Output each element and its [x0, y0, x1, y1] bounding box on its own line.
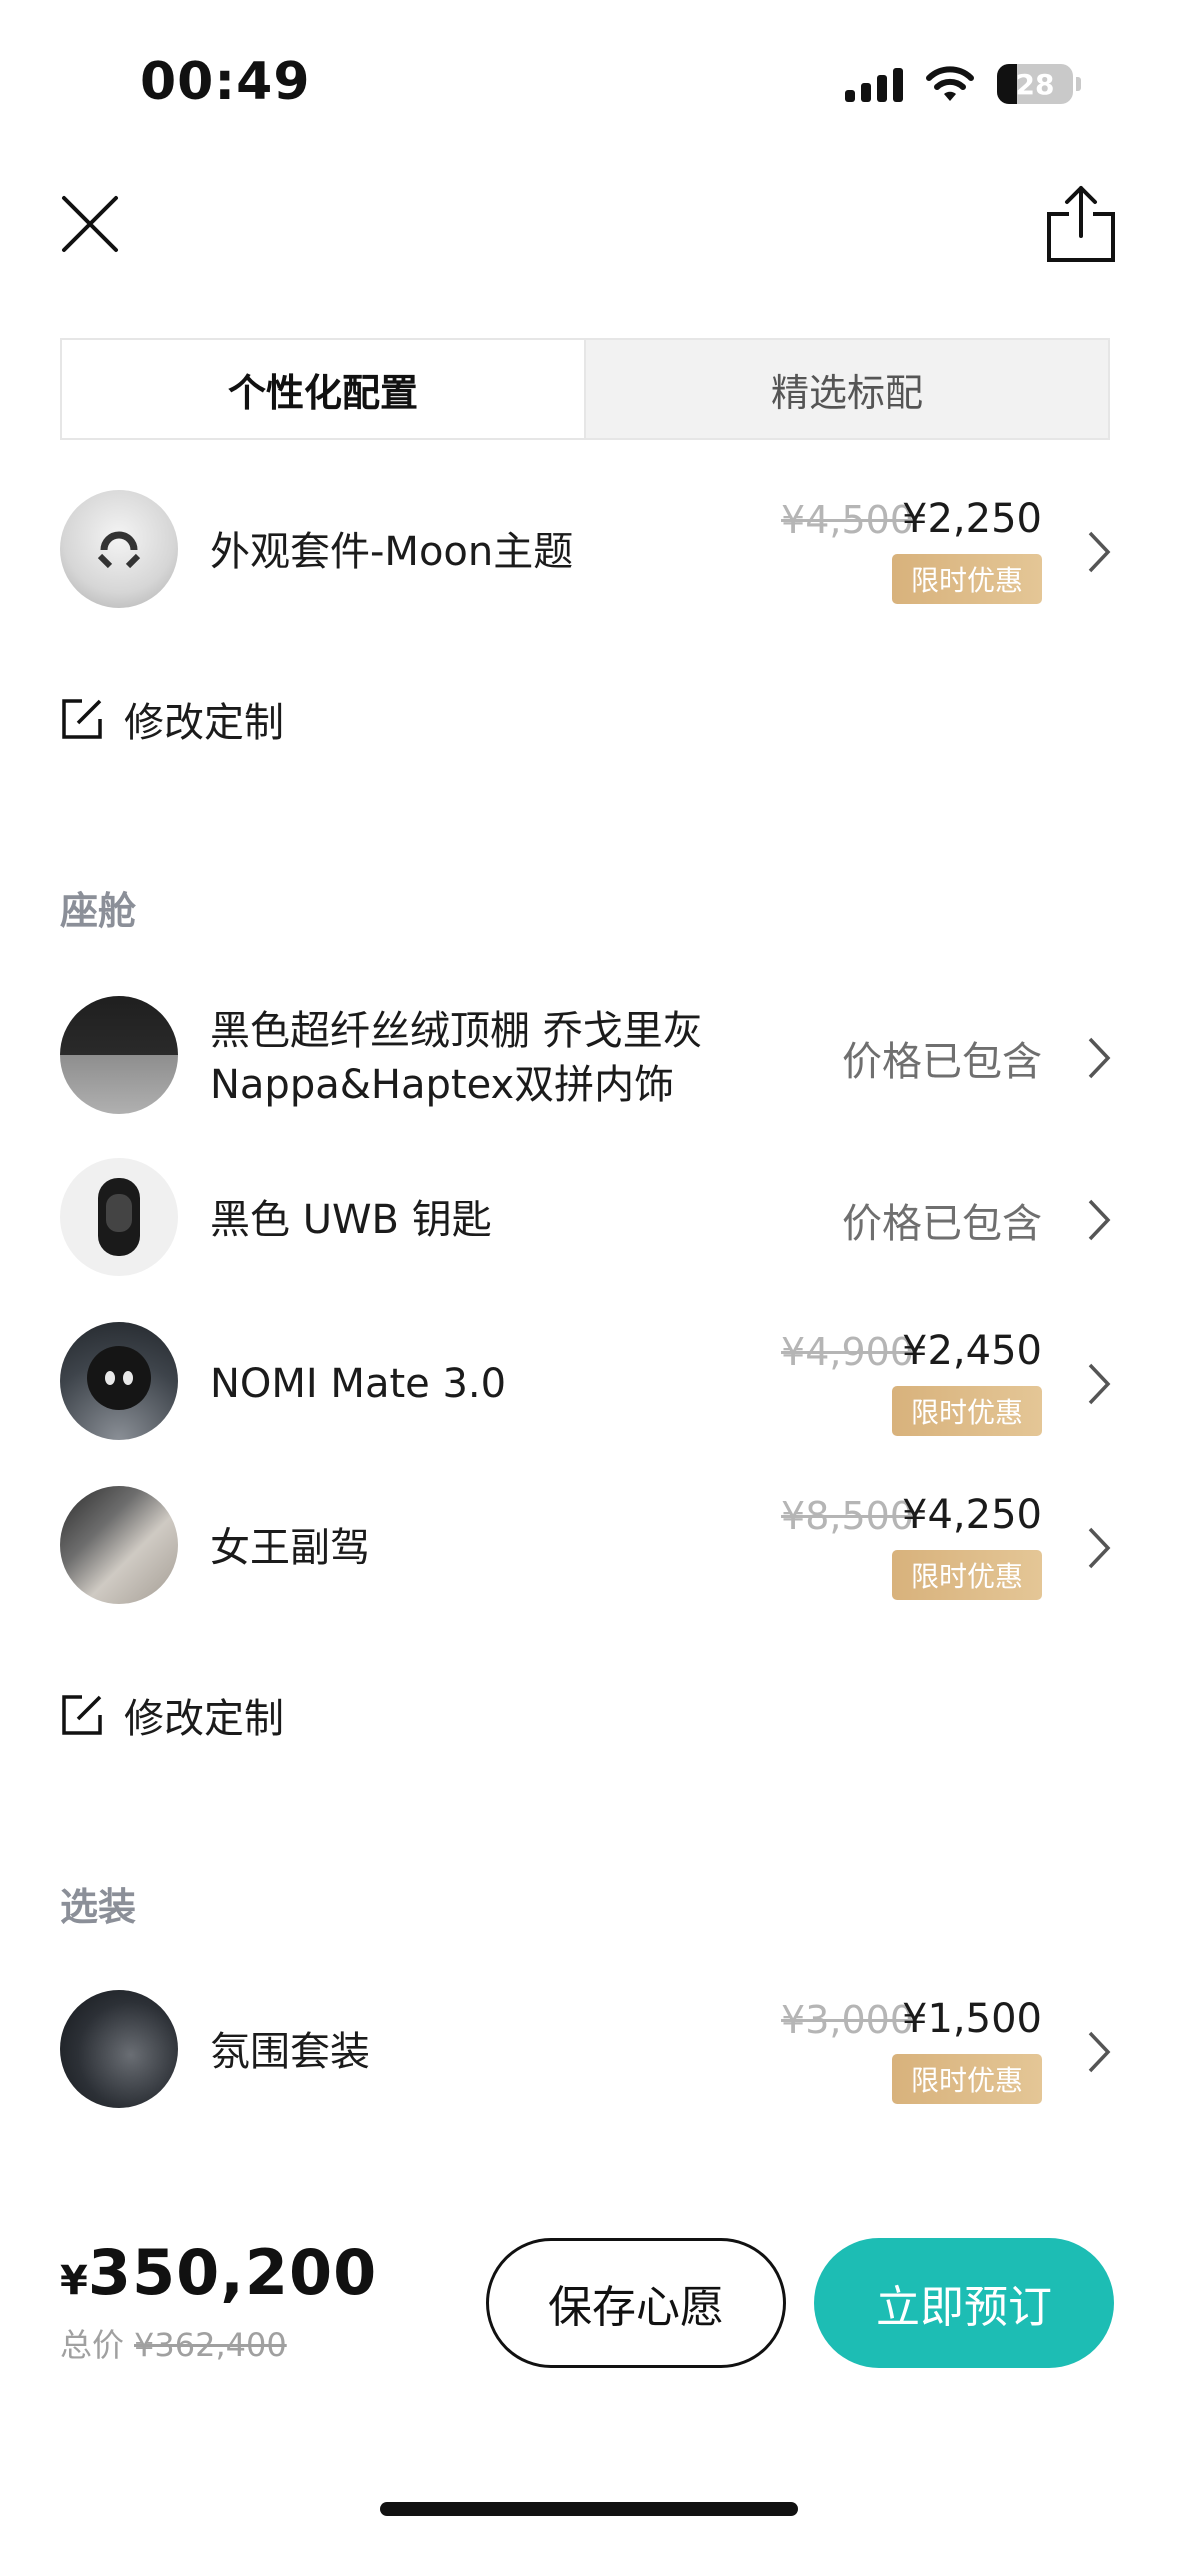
order-now-button[interactable]: 立即预订 — [814, 2238, 1114, 2368]
promo-badge: 限时优惠 — [892, 2054, 1042, 2104]
promo-badge: 限时优惠 — [892, 1550, 1042, 1600]
section-title-cabin: 座舱 — [60, 889, 137, 933]
section-title-options: 选装 — [60, 1885, 137, 1929]
item-name: 黑色 UWB 钥匙 — [210, 1197, 492, 1243]
save-wishlist-button[interactable]: 保存心愿 — [486, 2238, 786, 2368]
uwb-key-thumbnail — [60, 1158, 178, 1276]
nomi-thumbnail — [60, 1322, 178, 1440]
share-icon[interactable] — [1045, 184, 1117, 264]
item-name: 女王副驾 — [210, 1525, 370, 1571]
original-price: ¥3,000 — [781, 1998, 914, 2042]
chevron-right-icon — [1088, 1037, 1111, 1079]
currency-symbol: ¥ — [60, 2258, 88, 2304]
chevron-right-icon — [1088, 2031, 1111, 2073]
close-icon[interactable] — [58, 192, 122, 256]
chevron-right-icon — [1088, 531, 1111, 573]
item-name: NOMI Mate 3.0 — [210, 1361, 507, 1407]
edit-icon — [62, 1695, 102, 1735]
promo-badge: 限时优惠 — [892, 554, 1042, 604]
original-price: ¥4,900 — [781, 1330, 914, 1374]
edit-label: 修改定制 — [124, 1696, 284, 1742]
current-price: ¥1,500 — [902, 1996, 1042, 2042]
tab-personalized[interactable]: 个性化配置 — [62, 340, 586, 438]
chevron-right-icon — [1088, 1199, 1111, 1241]
home-indicator[interactable] — [380, 2502, 798, 2516]
list-item-ambience-kit[interactable]: 氛围套装 ¥3,000 ¥1,500 限时优惠 — [60, 1990, 1120, 2114]
promo-badge: 限时优惠 — [892, 1386, 1042, 1436]
status-time: 00:49 — [140, 52, 311, 112]
edit-icon — [62, 699, 102, 739]
total-original-price: ¥362,400 — [134, 2326, 287, 2364]
status-icons: 28 — [845, 62, 1081, 106]
list-item-queen-seat[interactable]: 女王副驾 ¥8,500 ¥4,250 限时优惠 — [60, 1486, 1120, 1610]
original-price: ¥8,500 — [781, 1494, 914, 1538]
seat-thumbnail — [60, 1486, 178, 1604]
tab-standard[interactable]: 精选标配 — [586, 340, 1108, 438]
edit-customization-link[interactable]: 修改定制 — [60, 690, 284, 748]
battery-level: 28 — [1015, 67, 1055, 101]
current-price: ¥2,250 — [902, 496, 1042, 542]
chevron-right-icon — [1088, 1363, 1111, 1405]
interior-thumbnail — [60, 996, 178, 1114]
signal-icon — [845, 66, 903, 102]
item-name: 氛围套装 — [210, 2029, 370, 2075]
config-page: 00:49 28 个性化配置 精选标配 外观套件-Moon主题 ¥4,500 ¥… — [0, 0, 1179, 2556]
config-tabs: 个性化配置 精选标配 — [60, 338, 1110, 440]
current-price: ¥2,450 — [902, 1328, 1042, 1374]
wifi-icon — [926, 66, 974, 101]
exterior-thumbnail — [60, 490, 178, 608]
total-price-label: 总价 ¥362,400 — [60, 2326, 287, 2364]
list-item-exterior[interactable]: 外观套件-Moon主题 ¥4,500 ¥2,250 限时优惠 — [60, 490, 1120, 614]
battery-icon: 28 — [997, 64, 1081, 104]
item-name: 外观套件-Moon主题 — [210, 529, 574, 575]
total-price: ¥350,200 — [60, 2236, 377, 2309]
edit-customization-link[interactable]: 修改定制 — [60, 1686, 284, 1744]
list-item-uwb-key[interactable]: 黑色 UWB 钥匙 价格已包含 — [60, 1158, 1120, 1282]
chevron-right-icon — [1088, 1527, 1111, 1569]
total-amount: 350,200 — [87, 2236, 378, 2309]
included-status: 价格已包含 — [842, 1201, 1042, 1247]
item-name: 黑色超纤丝绒顶棚 乔戈里灰 Nappa&Haptex双拼内饰 — [210, 1008, 703, 1108]
nio-logo-icon — [97, 531, 141, 569]
original-price: ¥4,500 — [781, 498, 914, 542]
current-price: ¥4,250 — [902, 1492, 1042, 1538]
list-item-interior[interactable]: 黑色超纤丝绒顶棚 乔戈里灰 Nappa&Haptex双拼内饰 价格已包含 — [60, 996, 1120, 1120]
edit-label: 修改定制 — [124, 700, 284, 746]
list-item-nomi-mate[interactable]: NOMI Mate 3.0 ¥4,900 ¥2,450 限时优惠 — [60, 1322, 1120, 1446]
ambience-thumbnail — [60, 1990, 178, 2108]
included-status: 价格已包含 — [842, 1039, 1042, 1085]
